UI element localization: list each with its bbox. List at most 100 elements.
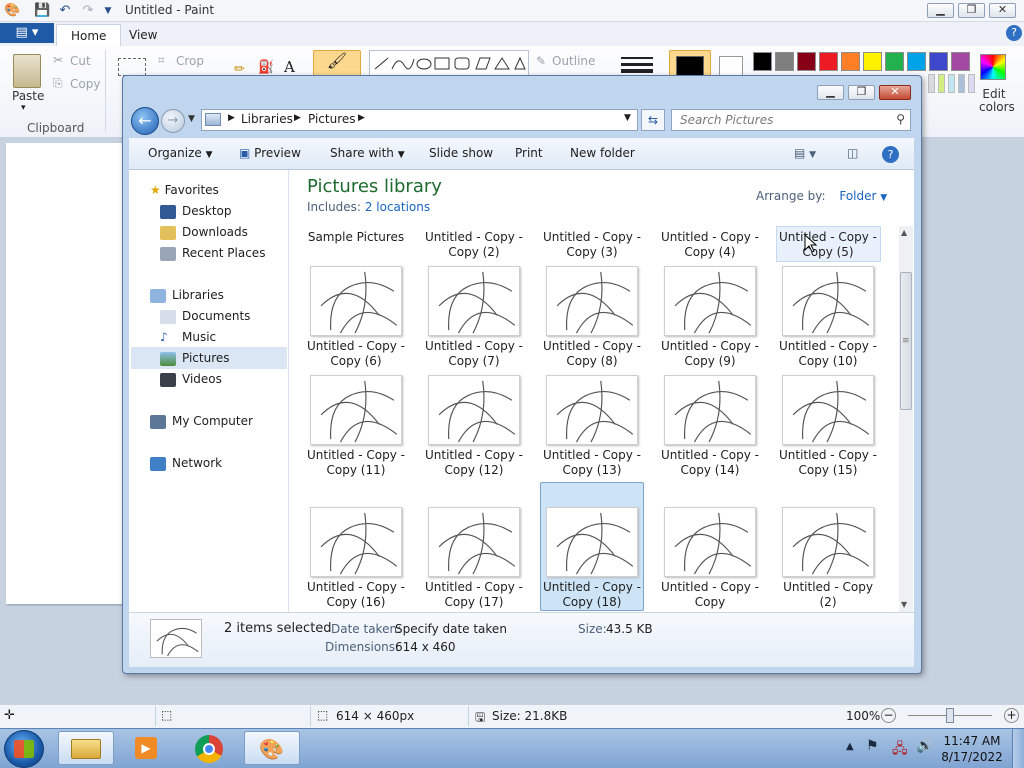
copy-icon[interactable]: ⎘ xyxy=(53,76,63,91)
file-thumbnail[interactable] xyxy=(428,507,520,577)
brushes-icon[interactable]: 🖌 xyxy=(313,50,361,78)
file-item-caption[interactable]: Untitled - Copy - Copy (6) xyxy=(297,339,415,369)
share-with-button[interactable]: Share with ▼ xyxy=(330,146,405,160)
palette-color-swatch[interactable] xyxy=(968,74,975,93)
file-thumbnail[interactable] xyxy=(782,375,874,445)
file-thumbnail[interactable] xyxy=(310,266,402,336)
paint-close-button[interactable]: ✕ xyxy=(989,3,1016,18)
file-item-caption[interactable]: Untitled - Copy - Copy (9) xyxy=(651,339,769,369)
file-thumbnail[interactable] xyxy=(546,507,638,577)
file-thumbnail[interactable] xyxy=(664,375,756,445)
edit-colors-button[interactable]: Edit colors xyxy=(979,88,1015,114)
palette-color-swatch[interactable] xyxy=(938,74,945,93)
palette-color-swatch[interactable] xyxy=(948,74,955,93)
file-item-caption[interactable]: Untitled - Copy - Copy (8) xyxy=(533,339,651,369)
file-item-caption[interactable]: Untitled - Copy - Copy (17) xyxy=(415,580,533,610)
paint-app-icon[interactable]: 🎨 xyxy=(4,3,20,19)
file-item-caption[interactable]: Untitled - Copy - Copy xyxy=(651,580,769,610)
edit-colors-icon[interactable] xyxy=(980,54,1006,80)
color2-swatch[interactable] xyxy=(719,56,743,76)
file-menu-button[interactable]: ▤ ▾ xyxy=(0,23,54,43)
breadcrumb-pictures[interactable]: Pictures xyxy=(308,112,356,126)
nav-music[interactable]: ♪ Music xyxy=(160,327,216,347)
file-item-caption[interactable]: Untitled - Copy - Copy (2) xyxy=(415,230,533,260)
qat-customize-icon[interactable]: ▼ xyxy=(100,3,116,19)
file-item-caption[interactable]: Untitled - Copy - Copy (16) xyxy=(297,580,415,610)
chevron-down-icon[interactable]: ▼ xyxy=(880,193,887,203)
change-view-icon[interactable]: ▤ ▼ xyxy=(794,146,816,160)
file-item-caption[interactable]: Untitled - Copy - Copy (12) xyxy=(415,448,533,478)
nav-recent-places[interactable]: Recent Places xyxy=(160,243,265,263)
preview-button[interactable]: ▣ Preview xyxy=(239,146,301,160)
file-item-caption[interactable]: Untitled - Copy - Copy (7) xyxy=(415,339,533,369)
file-item-caption[interactable]: Untitled - Copy - Copy (13) xyxy=(533,448,651,478)
taskbar-paint[interactable]: 🎨 xyxy=(244,731,300,765)
arrange-by-dropdown[interactable]: Folder xyxy=(839,189,876,203)
palette-color-swatch[interactable] xyxy=(797,52,816,71)
paint-canvas[interactable] xyxy=(6,143,124,604)
taskbar-media-player[interactable]: ▶ xyxy=(118,731,174,765)
refresh-icon[interactable]: ⇆ xyxy=(641,109,665,131)
preview-pane-icon[interactable]: ◫ xyxy=(847,146,858,160)
nav-favorites[interactable]: ★ Favorites xyxy=(150,180,219,200)
file-thumbnail[interactable] xyxy=(664,507,756,577)
palette-color-swatch[interactable] xyxy=(775,52,794,71)
date-taken-value[interactable]: Specify date taken xyxy=(395,622,507,636)
taskbar-chrome[interactable] xyxy=(182,731,238,765)
recent-pages-dropdown[interactable]: ▼ xyxy=(188,114,195,124)
scroll-up-icon[interactable]: ▲ xyxy=(901,228,907,237)
zoom-out-button[interactable]: − xyxy=(881,708,896,723)
includes-locations-link[interactable]: 2 locations xyxy=(365,200,430,214)
file-thumbnail[interactable] xyxy=(310,507,402,577)
cut-button[interactable]: Cut xyxy=(70,54,91,68)
palette-color-swatch[interactable] xyxy=(863,52,882,71)
search-field[interactable]: Search Pictures ⚲ xyxy=(671,109,911,131)
crop-icon[interactable]: ⌗ xyxy=(158,53,165,68)
file-item-caption[interactable]: Untitled - Copy - Copy (14) xyxy=(651,448,769,478)
palette-color-swatch[interactable] xyxy=(958,74,965,93)
zoom-in-button[interactable]: + xyxy=(1004,708,1019,723)
paint-minimize-button[interactable]: ▁ xyxy=(927,3,954,18)
palette-color-swatch[interactable] xyxy=(819,52,838,71)
outline-icon[interactable]: ✎ xyxy=(536,54,546,68)
file-thumbnail[interactable] xyxy=(782,266,874,336)
outline-dropdown[interactable]: Outline xyxy=(552,54,595,68)
breadcrumb-chevron-icon[interactable]: ▶ xyxy=(358,113,365,123)
organize-button[interactable]: Organize ▼ xyxy=(148,146,213,160)
address-dropdown-icon[interactable]: ▼ xyxy=(624,113,631,123)
file-thumbnail[interactable] xyxy=(782,507,874,577)
print-button[interactable]: Print xyxy=(515,146,543,160)
nav-network[interactable]: Network xyxy=(150,453,222,473)
paste-icon[interactable] xyxy=(13,54,41,88)
undo-icon[interactable]: ↶ xyxy=(57,3,73,19)
redo-icon[interactable]: ↷ xyxy=(80,3,96,19)
zoom-slider-thumb[interactable] xyxy=(946,708,954,723)
file-item-caption[interactable]: Untitled - Copy - Copy (15) xyxy=(769,448,887,478)
select-icon[interactable] xyxy=(118,58,146,76)
nav-videos[interactable]: Videos xyxy=(160,369,222,389)
help-icon[interactable]: ? xyxy=(1006,25,1022,41)
palette-color-swatch[interactable] xyxy=(951,52,970,71)
file-thumbnail[interactable] xyxy=(428,375,520,445)
cut-icon[interactable]: ✂ xyxy=(53,53,63,67)
network-status-icon[interactable]: 🖧 xyxy=(892,738,908,762)
file-thumbnail[interactable] xyxy=(664,266,756,336)
show-desktop-button[interactable] xyxy=(1012,729,1024,768)
file-item-caption[interactable]: Sample Pictures xyxy=(297,230,415,245)
file-thumbnail[interactable] xyxy=(546,266,638,336)
nav-desktop[interactable]: Desktop xyxy=(160,201,232,221)
nav-pictures[interactable]: Pictures xyxy=(160,348,230,368)
forward-button[interactable]: → xyxy=(161,109,185,133)
copy-button[interactable]: Copy xyxy=(70,77,100,91)
paste-dropdown-icon[interactable]: ▾ xyxy=(21,103,26,113)
palette-color-swatch[interactable] xyxy=(929,52,948,71)
file-thumbnail[interactable] xyxy=(546,375,638,445)
explorer-help-icon[interactable]: ? xyxy=(882,146,899,163)
taskbar-explorer[interactable] xyxy=(58,731,114,765)
back-button[interactable]: ← xyxy=(131,107,159,135)
slide-show-button[interactable]: Slide show xyxy=(429,146,493,160)
file-item-caption[interactable]: Untitled - Copy - Copy (5) xyxy=(769,230,887,260)
breadcrumb-chevron-icon[interactable]: ▶ xyxy=(228,113,235,123)
nav-libraries[interactable]: Libraries xyxy=(150,285,224,305)
explorer-close-button[interactable]: ✕ xyxy=(879,85,911,100)
